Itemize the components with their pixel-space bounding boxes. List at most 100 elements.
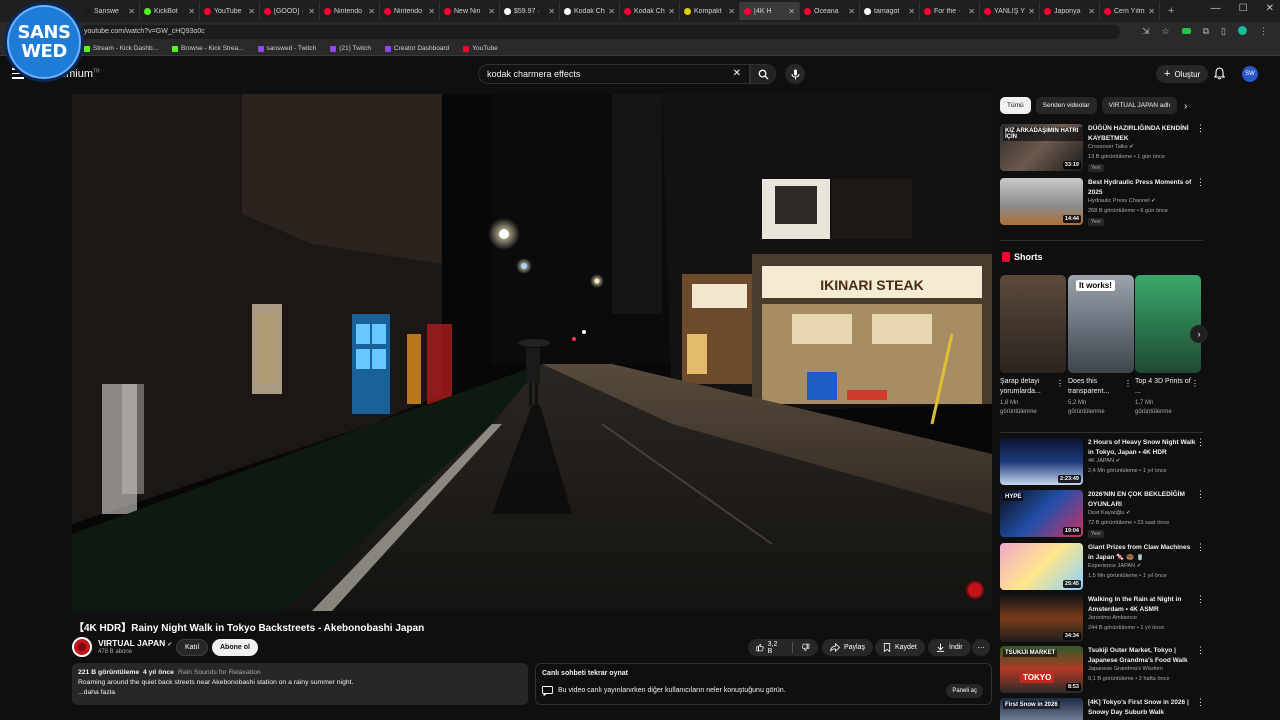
browser-tab[interactable]: KickBot ✕ <box>140 2 200 20</box>
url-field[interactable]: youtube.com/watch?v=GW_cHQ93o0c <box>80 25 1120 39</box>
video-thumbnail[interactable]: KIZ ARKADAŞIMIN HATRI İÇİN 33:19 <box>1000 124 1083 171</box>
video-title[interactable]: [4K] Tokyo's First Snow in 2026 | Snowy … <box>1088 698 1196 717</box>
browser-tab[interactable]: Nintendo ✕ <box>320 2 380 20</box>
tab-close-icon[interactable]: ✕ <box>668 7 675 16</box>
video-thumbnail[interactable]: First Snow in 2026 <box>1000 698 1083 720</box>
bookmark-item[interactable]: Stream - Kick Dashb... <box>84 45 158 52</box>
tab-close-icon[interactable]: ✕ <box>128 7 135 16</box>
browser-tab[interactable]: Cem Yılm ✕ <box>1100 2 1160 20</box>
browser-tab[interactable]: Nintendo ✕ <box>380 2 440 20</box>
browser-tab[interactable]: [4K H ✕ <box>740 2 800 20</box>
browser-tab[interactable]: Kompakt ✕ <box>680 2 740 20</box>
video-thumbnail[interactable]: TSUKIJI MARKET TOKYO 8:53 <box>1000 646 1083 693</box>
recommended-video[interactable]: 25:45 Giant Prizes from Claw Machines in … <box>1000 543 1205 593</box>
close-window-icon[interactable]: ✕ <box>1266 3 1274 14</box>
tab-close-icon[interactable]: ✕ <box>908 7 915 16</box>
browser-tab[interactable]: Oceana ✕ <box>800 2 860 20</box>
short-title[interactable]: Top 4 3D Prints of ... <box>1135 377 1191 397</box>
more-vertical-icon[interactable]: ⋮ <box>1191 379 1199 388</box>
more-vertical-icon[interactable]: ⋮ <box>1196 646 1205 655</box>
video-title[interactable]: 2026'NIN EN ÇOK BEKLEDİĞİM OYUNLARI <box>1088 490 1196 509</box>
video-channel[interactable]: Experience JAPAN ✔ <box>1088 563 1141 569</box>
subscribe-button[interactable]: Abone ol <box>212 639 258 656</box>
tab-close-icon[interactable]: ✕ <box>968 7 975 16</box>
new-tab-button[interactable]: + <box>1168 5 1174 17</box>
more-vertical-icon[interactable]: ⋮ <box>1196 698 1205 707</box>
video-title[interactable]: Best Hydraulic Press Moments of 2025 <box>1088 178 1196 197</box>
tab-close-icon[interactable]: ✕ <box>1028 7 1035 16</box>
video-thumbnail[interactable]: 14:44 <box>1000 178 1083 225</box>
bookmark-item[interactable]: YouTube <box>463 45 498 52</box>
create-button[interactable]: + Oluştur <box>1156 65 1209 83</box>
notifications-bell-icon[interactable] <box>1213 67 1226 83</box>
video-thumbnail[interactable]: HYPE 19:04 <box>1000 490 1083 537</box>
recommended-video[interactable]: 14:44 Best Hydraulic Press Moments of 202… <box>1000 178 1205 228</box>
video-channel[interactable]: 4K JAPAN ✔ <box>1088 458 1120 464</box>
video-title[interactable]: Giant Prizes from Claw Machines in Japan… <box>1088 543 1196 562</box>
search-button[interactable] <box>750 64 776 84</box>
more-vertical-icon[interactable]: ⋮ <box>1196 595 1205 604</box>
video-channel[interactable]: Dost Kayaoğlu ✔ <box>1088 510 1131 516</box>
tab-close-icon[interactable]: ✕ <box>188 7 195 16</box>
short-thumbnail[interactable] <box>1000 275 1066 373</box>
tab-close-icon[interactable]: ✕ <box>488 7 495 16</box>
tab-close-icon[interactable]: ✕ <box>548 7 555 16</box>
voice-search-button[interactable] <box>785 64 805 84</box>
browser-tab[interactable]: Japonya ✕ <box>1040 2 1100 20</box>
browser-tab[interactable]: For the · ✕ <box>920 2 980 20</box>
video-player[interactable]: IKINARI STEAK <box>72 94 992 611</box>
search-input[interactable]: kodak charmera effects ✕ <box>478 64 750 84</box>
browser-tab[interactable]: Kodak Ch ✕ <box>620 2 680 20</box>
more-vertical-icon[interactable]: ⋮ <box>1124 379 1132 388</box>
account-avatar[interactable]: SW <box>1242 66 1258 82</box>
short-thumbnail[interactable]: It works! <box>1068 275 1134 373</box>
more-vertical-icon[interactable]: ⋮ <box>1056 379 1064 388</box>
browser-menu-icon[interactable]: ⋮ <box>1259 26 1268 37</box>
short-item[interactable]: Şarap detayı yorumlarda... 1,8 Mn görüntü… <box>1000 275 1066 425</box>
chevron-right-icon[interactable]: › <box>1184 101 1187 112</box>
extensions-puzzle-icon[interactable]: ⧉ <box>1203 26 1209 37</box>
channel-name[interactable]: VIRTUAL JAPAN ✔ <box>98 638 172 648</box>
tab-close-icon[interactable]: ✕ <box>1148 7 1155 16</box>
video-thumbnail[interactable]: 2:23:49 <box>1000 438 1083 485</box>
more-vertical-icon[interactable]: ⋮ <box>1196 490 1205 499</box>
show-more-link[interactable]: ...daha fazla <box>78 688 522 698</box>
install-app-icon[interactable]: ⇲ <box>1142 26 1150 37</box>
tab-close-icon[interactable]: ✕ <box>608 7 615 16</box>
browser-tab[interactable]: YANLIŞ Y ✕ <box>980 2 1040 20</box>
short-title[interactable]: Şarap detayı yorumlarda... <box>1000 377 1056 397</box>
tab-close-icon[interactable]: ✕ <box>428 7 435 16</box>
browser-tab[interactable]: New Nin ✕ <box>440 2 500 20</box>
tab-close-icon[interactable]: ✕ <box>788 7 795 16</box>
more-actions-button[interactable]: ⋯ <box>972 639 990 656</box>
description-box[interactable]: 221 B görüntüleme 4 yıl önce Rain Sounds … <box>72 663 528 705</box>
video-thumbnail[interactable]: 34:34 <box>1000 595 1083 642</box>
minimize-icon[interactable]: — <box>1211 3 1221 14</box>
chip-all[interactable]: Tümü <box>1000 97 1031 114</box>
video-title[interactable]: DÜĞÜN HAZIRLIĞINDA KENDİNİ KAYBETMEK <box>1088 124 1196 143</box>
tab-close-icon[interactable]: ✕ <box>728 7 735 16</box>
bookmark-item[interactable]: Browse - Kick Strea... <box>172 45 244 52</box>
recommended-video[interactable]: 2:23:49 2 Hours of Heavy Snow Night Walk … <box>1000 438 1205 488</box>
video-channel[interactable]: Hydraulic Press Channel ✔ <box>1088 198 1156 204</box>
video-thumbnail[interactable]: 25:45 <box>1000 543 1083 590</box>
browser-tab[interactable]: Sanswe ✕ <box>80 2 140 20</box>
chip-channel[interactable]: VIRTUAL JAPAN adlı <box>1101 97 1178 114</box>
profile-icon[interactable] <box>1238 26 1247 35</box>
video-channel[interactable]: Japanese Grandma's Wisdom <box>1088 666 1163 672</box>
more-vertical-icon[interactable]: ⋮ <box>1196 543 1205 552</box>
channel-avatar[interactable] <box>72 637 92 657</box>
short-item[interactable]: It works! Does this transparent... 5,2 Mn … <box>1068 275 1134 425</box>
tab-close-icon[interactable]: ✕ <box>1088 7 1095 16</box>
short-thumbnail[interactable] <box>1135 275 1201 373</box>
tab-close-icon[interactable]: ✕ <box>248 7 255 16</box>
open-chat-panel-button[interactable]: Paneli aç <box>946 684 983 698</box>
recommended-video[interactable]: KIZ ARKADAŞIMIN HATRI İÇİN 33:19 DÜĞÜN HAZ… <box>1000 124 1205 174</box>
more-vertical-icon[interactable]: ⋮ <box>1196 438 1205 447</box>
bookmark-item[interactable]: (21) Twitch <box>330 45 371 52</box>
recommended-video[interactable]: HYPE 19:04 2026'NIN EN ÇOK BEKLEDİĞİM OYUN… <box>1000 490 1205 540</box>
like-dislike-button[interactable]: 3,2 B <box>748 639 818 656</box>
recommended-video[interactable]: First Snow in 2026 [4K] Tokyo's First Sno… <box>1000 698 1205 720</box>
video-channel[interactable]: Crossover Talks ✔ <box>1088 144 1134 150</box>
bookmark-item[interactable]: sanswed - Twitch <box>257 45 316 52</box>
